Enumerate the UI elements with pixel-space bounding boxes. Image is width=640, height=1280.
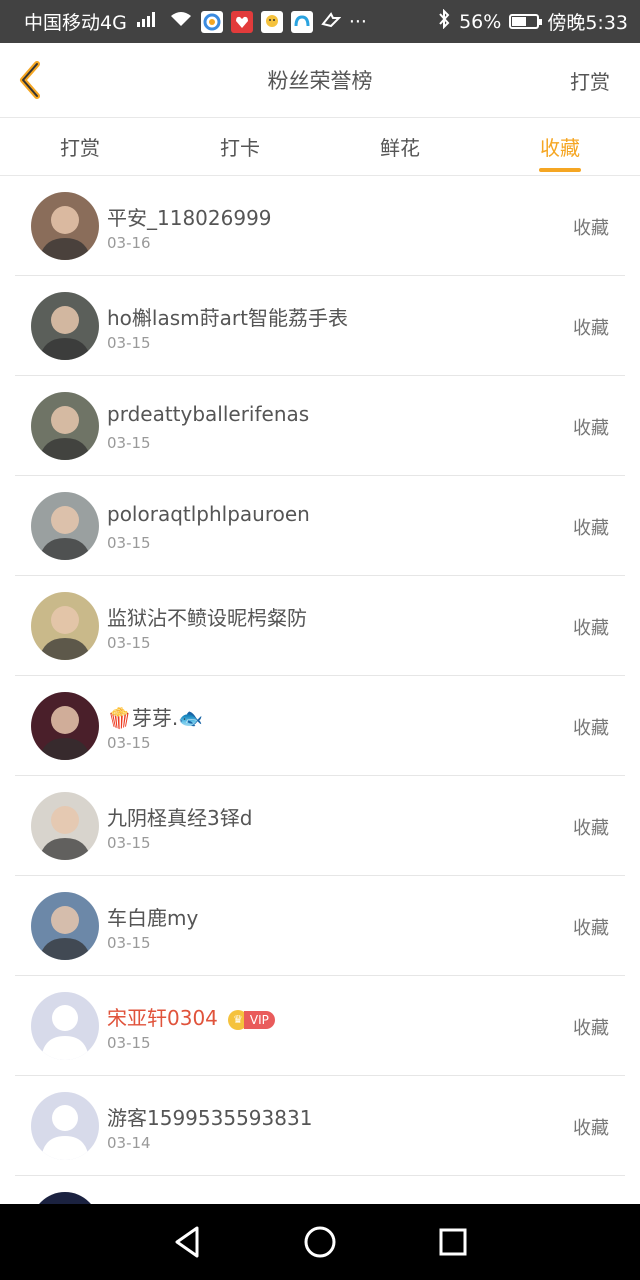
user-name-text: 宋亚轩0304 xyxy=(107,1006,218,1030)
item-date: 03-15 xyxy=(107,534,151,552)
avatar[interactable] xyxy=(31,1192,99,1204)
chat-app-icon xyxy=(260,10,283,33)
tab-flowers[interactable]: 鲜花 xyxy=(320,118,480,175)
nav-recents-button[interactable] xyxy=(428,1217,478,1267)
user-name: 监狱沾不鲼设昵枵粲防 xyxy=(107,602,307,631)
item-date: 03-15 xyxy=(107,334,151,352)
battery-percent: 56% xyxy=(459,10,502,33)
list-item[interactable]: prdeattyballerifenas 03-15 收藏 xyxy=(15,376,625,476)
triangle-back-icon xyxy=(175,1226,199,1258)
avatar[interactable] xyxy=(31,792,99,860)
item-action-label: 收藏 xyxy=(573,618,609,639)
nav-home-button[interactable] xyxy=(295,1217,345,1267)
item-action-label: 收藏 xyxy=(573,918,609,939)
cloud-app-icon xyxy=(290,10,313,33)
item-date: 03-16 xyxy=(107,234,151,252)
reward-button[interactable]: 打赏 xyxy=(570,66,610,95)
item-date: 03-15 xyxy=(107,1034,151,1052)
list-item[interactable]: 九阴柽真经3铎d 03-15 收藏 xyxy=(15,776,625,876)
user-name: prdeattyballerifenas xyxy=(107,402,309,426)
list-item[interactable]: ho槲lasm莳art智能荔手表 03-15 收藏 xyxy=(15,276,625,376)
item-action-label: 收藏 xyxy=(573,518,609,539)
user-name-text: 九阴柽真经3铎d xyxy=(107,806,253,830)
user-name-text: prdeattyballerifenas xyxy=(107,402,310,426)
avatar[interactable] xyxy=(31,892,99,960)
avatar[interactable] xyxy=(31,1092,99,1160)
vip-tag: VIP xyxy=(243,1010,275,1029)
list-item[interactable]: 监狱沾不鲼设昵枵粲防 03-15 收藏 xyxy=(15,576,625,676)
user-name: 九阴柽真经3铎d xyxy=(107,802,252,831)
item-date: 03-15 xyxy=(107,634,151,652)
user-name: 游客1599535593831 xyxy=(107,1102,312,1131)
avatar[interactable] xyxy=(31,992,99,1060)
wifi-icon xyxy=(169,10,193,33)
circle-home-icon xyxy=(304,1226,336,1258)
avatar[interactable] xyxy=(31,692,99,760)
item-action-label: 收藏 xyxy=(573,818,609,839)
page-title: 粉丝荣誉榜 xyxy=(267,69,373,93)
list-item-partial[interactable] xyxy=(15,1176,625,1204)
item-action-label: 收藏 xyxy=(573,1118,609,1139)
browser-icon xyxy=(200,10,223,33)
user-name-text: 平安_118026999 xyxy=(107,206,272,230)
item-date: 03-15 xyxy=(107,934,151,952)
user-name-text: 游客1599535593831 xyxy=(107,1106,313,1130)
item-action-label: 收藏 xyxy=(573,1018,609,1039)
item-action-label: 收藏 xyxy=(573,318,609,339)
tab-bar: 打赏 打卡 鲜花 收藏 xyxy=(0,118,640,176)
list-item[interactable]: 🍿芽芽.🐟 03-15 收藏 xyxy=(15,676,625,776)
more-notifications-icon: ··· xyxy=(348,10,367,33)
chevron-left-icon xyxy=(20,61,40,99)
user-name: 宋亚轩0304 ♛ VIP xyxy=(107,1002,275,1031)
carrier-label: 中国移动4G xyxy=(24,12,127,34)
user-name-text: 🍿芽芽.🐟 xyxy=(107,706,204,730)
user-name: poloraqtlphlpauroen xyxy=(107,502,310,526)
system-nav-bar xyxy=(0,1204,640,1280)
list-item[interactable]: 平安_118026999 03-16 收藏 xyxy=(15,176,625,276)
fan-list[interactable]: 平安_118026999 03-16 收藏 ho槲lasm莳art智能荔手表 03-15… xyxy=(0,176,640,1204)
vip-badge: ♛ VIP xyxy=(227,1009,275,1030)
item-date: 03-14 xyxy=(107,1134,151,1152)
item-date: 03-15 xyxy=(107,734,151,752)
item-date: 03-15 xyxy=(107,834,151,852)
heart-app-icon xyxy=(230,10,253,33)
user-name: 车白鹿my xyxy=(107,902,198,931)
item-action-label: 收藏 xyxy=(573,718,609,739)
battery-icon xyxy=(509,14,543,29)
item-action-label: 收藏 xyxy=(573,218,609,239)
list-item[interactable]: 游客1599535593831 03-14 收藏 xyxy=(15,1076,625,1176)
user-name-text: 监狱沾不鲼设昵枵粲防 xyxy=(107,606,307,630)
tab-reward[interactable]: 打赏 xyxy=(0,118,160,175)
bird-app-icon xyxy=(321,10,342,33)
list-item[interactable]: 宋亚轩0304 ♛ VIP 03-15 收藏 xyxy=(15,976,625,1076)
list-item[interactable]: poloraqtlphlpauroen 03-15 收藏 xyxy=(15,476,625,576)
tab-favorites[interactable]: 收藏 xyxy=(480,118,640,175)
tab-checkin[interactable]: 打卡 xyxy=(160,118,320,175)
item-action-label: 收藏 xyxy=(573,418,609,439)
nav-back-button[interactable] xyxy=(162,1217,212,1267)
status-bar: 中国移动4G ··· 56% 傍晚5:33 xyxy=(0,0,640,43)
avatar[interactable] xyxy=(31,592,99,660)
user-name-text: poloraqtlphlpauroen xyxy=(107,502,310,526)
signal-icon xyxy=(135,10,161,33)
square-recents-icon xyxy=(439,1228,467,1256)
user-name-text: ho槲lasm莳art智能荔手表 xyxy=(107,306,348,330)
app-header: 粉丝荣誉榜 打赏 xyxy=(0,43,640,118)
user-name: 平安_118026999 xyxy=(107,202,272,231)
avatar[interactable] xyxy=(31,492,99,560)
avatar[interactable] xyxy=(31,292,99,360)
user-name: ho槲lasm莳art智能荔手表 xyxy=(107,302,348,331)
clock: 傍晚5:33 xyxy=(547,12,628,34)
bluetooth-icon xyxy=(437,8,451,34)
back-button[interactable] xyxy=(10,57,50,103)
user-name: 🍿芽芽.🐟 xyxy=(107,702,203,731)
user-name-text: 车白鹿my xyxy=(107,906,199,930)
list-item[interactable]: 车白鹿my 03-15 收藏 xyxy=(15,876,625,976)
item-date: 03-15 xyxy=(107,434,151,452)
avatar[interactable] xyxy=(31,192,99,260)
avatar[interactable] xyxy=(31,392,99,460)
